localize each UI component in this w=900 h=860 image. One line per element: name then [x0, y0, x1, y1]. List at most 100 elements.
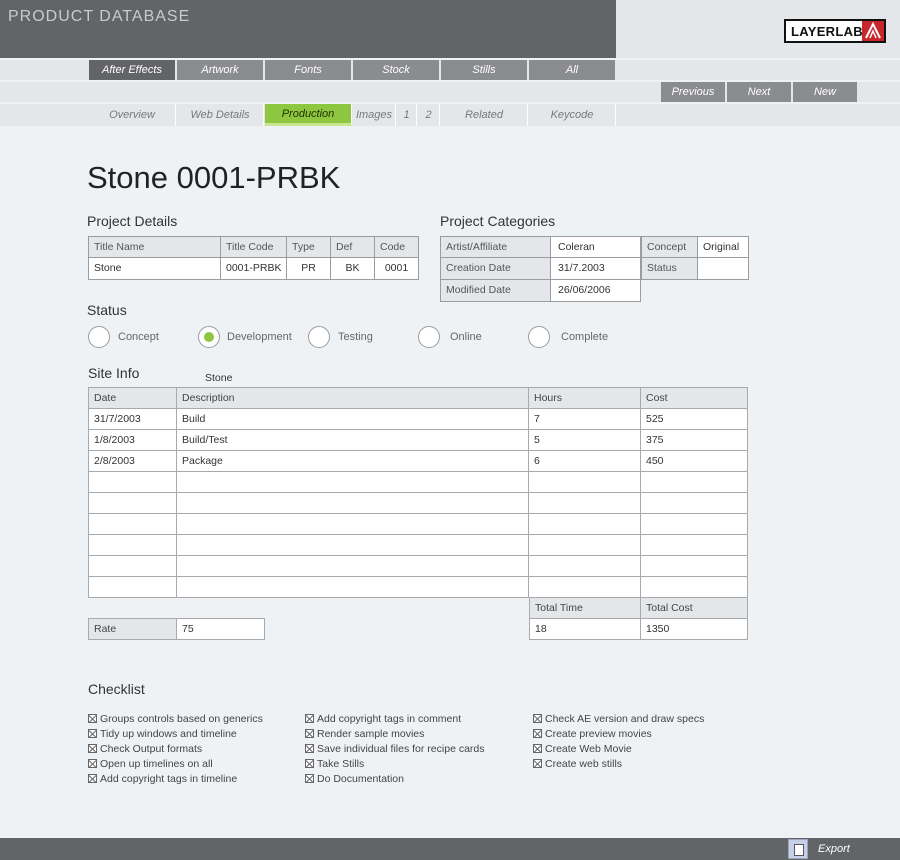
- table-cell-hours[interactable]: [528, 513, 641, 535]
- table-cell-date[interactable]: [88, 534, 177, 556]
- next-button[interactable]: Next: [727, 82, 791, 102]
- checklist-item[interactable]: Check Output formats: [88, 742, 202, 757]
- tab-images[interactable]: Images: [353, 104, 396, 126]
- table-cell-description[interactable]: [176, 534, 529, 556]
- checklist-item[interactable]: Save individual files for recipe cards: [305, 742, 485, 757]
- title-name-field[interactable]: Stone: [88, 257, 221, 280]
- table-cell-cost[interactable]: [640, 492, 748, 514]
- table-cell-description[interactable]: Package: [176, 450, 529, 472]
- checkbox-checked-icon[interactable]: [305, 759, 314, 768]
- total-time-field[interactable]: 18: [529, 618, 641, 640]
- tab-overview[interactable]: Overview: [89, 104, 176, 126]
- checkbox-checked-icon[interactable]: [88, 774, 97, 783]
- table-cell-hours[interactable]: [528, 555, 641, 577]
- table-cell-cost[interactable]: [640, 513, 748, 535]
- checkbox-checked-icon[interactable]: [88, 729, 97, 738]
- table-cell-cost[interactable]: 525: [640, 408, 748, 430]
- category-after-effects[interactable]: After Effects: [89, 60, 175, 80]
- checkbox-checked-icon[interactable]: [305, 774, 314, 783]
- table-cell-date[interactable]: 2/8/2003: [88, 450, 177, 472]
- checklist-item[interactable]: Open up timelines on all: [88, 757, 213, 772]
- total-cost-field[interactable]: 1350: [640, 618, 748, 640]
- category-stock[interactable]: Stock: [353, 60, 439, 80]
- table-cell-description[interactable]: [176, 555, 529, 577]
- tab-images-2[interactable]: 2: [418, 104, 440, 126]
- table-cell-cost[interactable]: [640, 555, 748, 577]
- table-cell-hours[interactable]: [528, 576, 641, 598]
- table-cell-description[interactable]: Build: [176, 408, 529, 430]
- checklist-item[interactable]: Tidy up windows and timeline: [88, 727, 237, 742]
- checkbox-checked-icon[interactable]: [533, 744, 542, 753]
- rate-field[interactable]: 75: [176, 618, 265, 640]
- new-button[interactable]: New: [793, 82, 857, 102]
- table-cell-cost[interactable]: 450: [640, 450, 748, 472]
- checklist-item[interactable]: Create preview movies: [533, 727, 652, 742]
- code-field[interactable]: 0001: [374, 257, 419, 280]
- table-cell-cost[interactable]: [640, 576, 748, 598]
- previous-button[interactable]: Previous: [661, 82, 725, 102]
- checklist-item[interactable]: Add copyright tags in timeline: [88, 772, 237, 787]
- checklist-item[interactable]: Create web stills: [533, 757, 622, 772]
- status-radio-development[interactable]: [198, 326, 220, 348]
- checklist-item[interactable]: Check AE version and draw specs: [533, 712, 704, 727]
- checkbox-checked-icon[interactable]: [533, 714, 542, 723]
- title-code-field[interactable]: 0001-PRBK: [220, 257, 287, 280]
- table-cell-date[interactable]: 1/8/2003: [88, 429, 177, 451]
- checkbox-checked-icon[interactable]: [533, 729, 542, 738]
- def-field[interactable]: BK: [330, 257, 375, 280]
- modified-date-field[interactable]: 26/06/2006: [550, 279, 641, 302]
- table-cell-hours[interactable]: 7: [528, 408, 641, 430]
- checkbox-checked-icon[interactable]: [88, 744, 97, 753]
- table-cell-hours[interactable]: [528, 492, 641, 514]
- category-all[interactable]: All: [529, 60, 615, 80]
- checkbox-checked-icon[interactable]: [305, 729, 314, 738]
- status-field[interactable]: [697, 257, 749, 280]
- table-cell-date[interactable]: [88, 492, 177, 514]
- table-cell-description[interactable]: Build/Test: [176, 429, 529, 451]
- table-cell-cost[interactable]: [640, 471, 748, 493]
- tab-images-1[interactable]: 1: [397, 104, 417, 126]
- table-cell-date[interactable]: 31/7/2003: [88, 408, 177, 430]
- tab-related[interactable]: Related: [441, 104, 528, 126]
- status-radio-concept[interactable]: [88, 326, 110, 348]
- table-cell-description[interactable]: [176, 576, 529, 598]
- checkbox-checked-icon[interactable]: [305, 744, 314, 753]
- tab-web-details[interactable]: Web Details: [177, 104, 264, 126]
- table-cell-date[interactable]: [88, 471, 177, 493]
- type-field[interactable]: PR: [286, 257, 331, 280]
- table-cell-description[interactable]: [176, 471, 529, 493]
- table-cell-hours[interactable]: [528, 471, 641, 493]
- concept-field[interactable]: Original: [697, 236, 749, 258]
- table-cell-description[interactable]: [176, 492, 529, 514]
- artist-affiliate-field[interactable]: Coleran: [550, 236, 641, 258]
- category-stills[interactable]: Stills: [441, 60, 527, 80]
- layerlab-logo[interactable]: LAYERLAB: [784, 19, 886, 43]
- status-radio-complete[interactable]: [528, 326, 550, 348]
- table-cell-date[interactable]: [88, 513, 177, 535]
- checklist-item[interactable]: Add copyright tags in comment: [305, 712, 461, 727]
- category-fonts[interactable]: Fonts: [265, 60, 351, 80]
- checkbox-checked-icon[interactable]: [88, 759, 97, 768]
- checkbox-checked-icon[interactable]: [88, 714, 97, 723]
- checklist-item[interactable]: Do Documentation: [305, 772, 404, 787]
- table-cell-description[interactable]: [176, 513, 529, 535]
- tab-production[interactable]: Production: [265, 104, 352, 126]
- checkbox-checked-icon[interactable]: [305, 714, 314, 723]
- table-cell-date[interactable]: [88, 576, 177, 598]
- table-cell-hours[interactable]: 5: [528, 429, 641, 451]
- status-radio-testing[interactable]: [308, 326, 330, 348]
- checklist-item[interactable]: Take Stills: [305, 757, 364, 772]
- checklist-item[interactable]: Groups controls based on generics: [88, 712, 263, 727]
- table-cell-hours[interactable]: [528, 534, 641, 556]
- table-cell-hours[interactable]: 6: [528, 450, 641, 472]
- table-cell-cost[interactable]: [640, 534, 748, 556]
- checklist-item[interactable]: Create Web Movie: [533, 742, 632, 757]
- creation-date-field[interactable]: 31/7.2003: [550, 257, 641, 280]
- checkbox-checked-icon[interactable]: [533, 759, 542, 768]
- tab-keycode[interactable]: Keycode: [529, 104, 616, 126]
- category-artwork[interactable]: Artwork: [177, 60, 263, 80]
- table-cell-cost[interactable]: 375: [640, 429, 748, 451]
- checklist-item[interactable]: Render sample movies: [305, 727, 424, 742]
- table-cell-date[interactable]: [88, 555, 177, 577]
- export-button[interactable]: Export: [788, 838, 900, 860]
